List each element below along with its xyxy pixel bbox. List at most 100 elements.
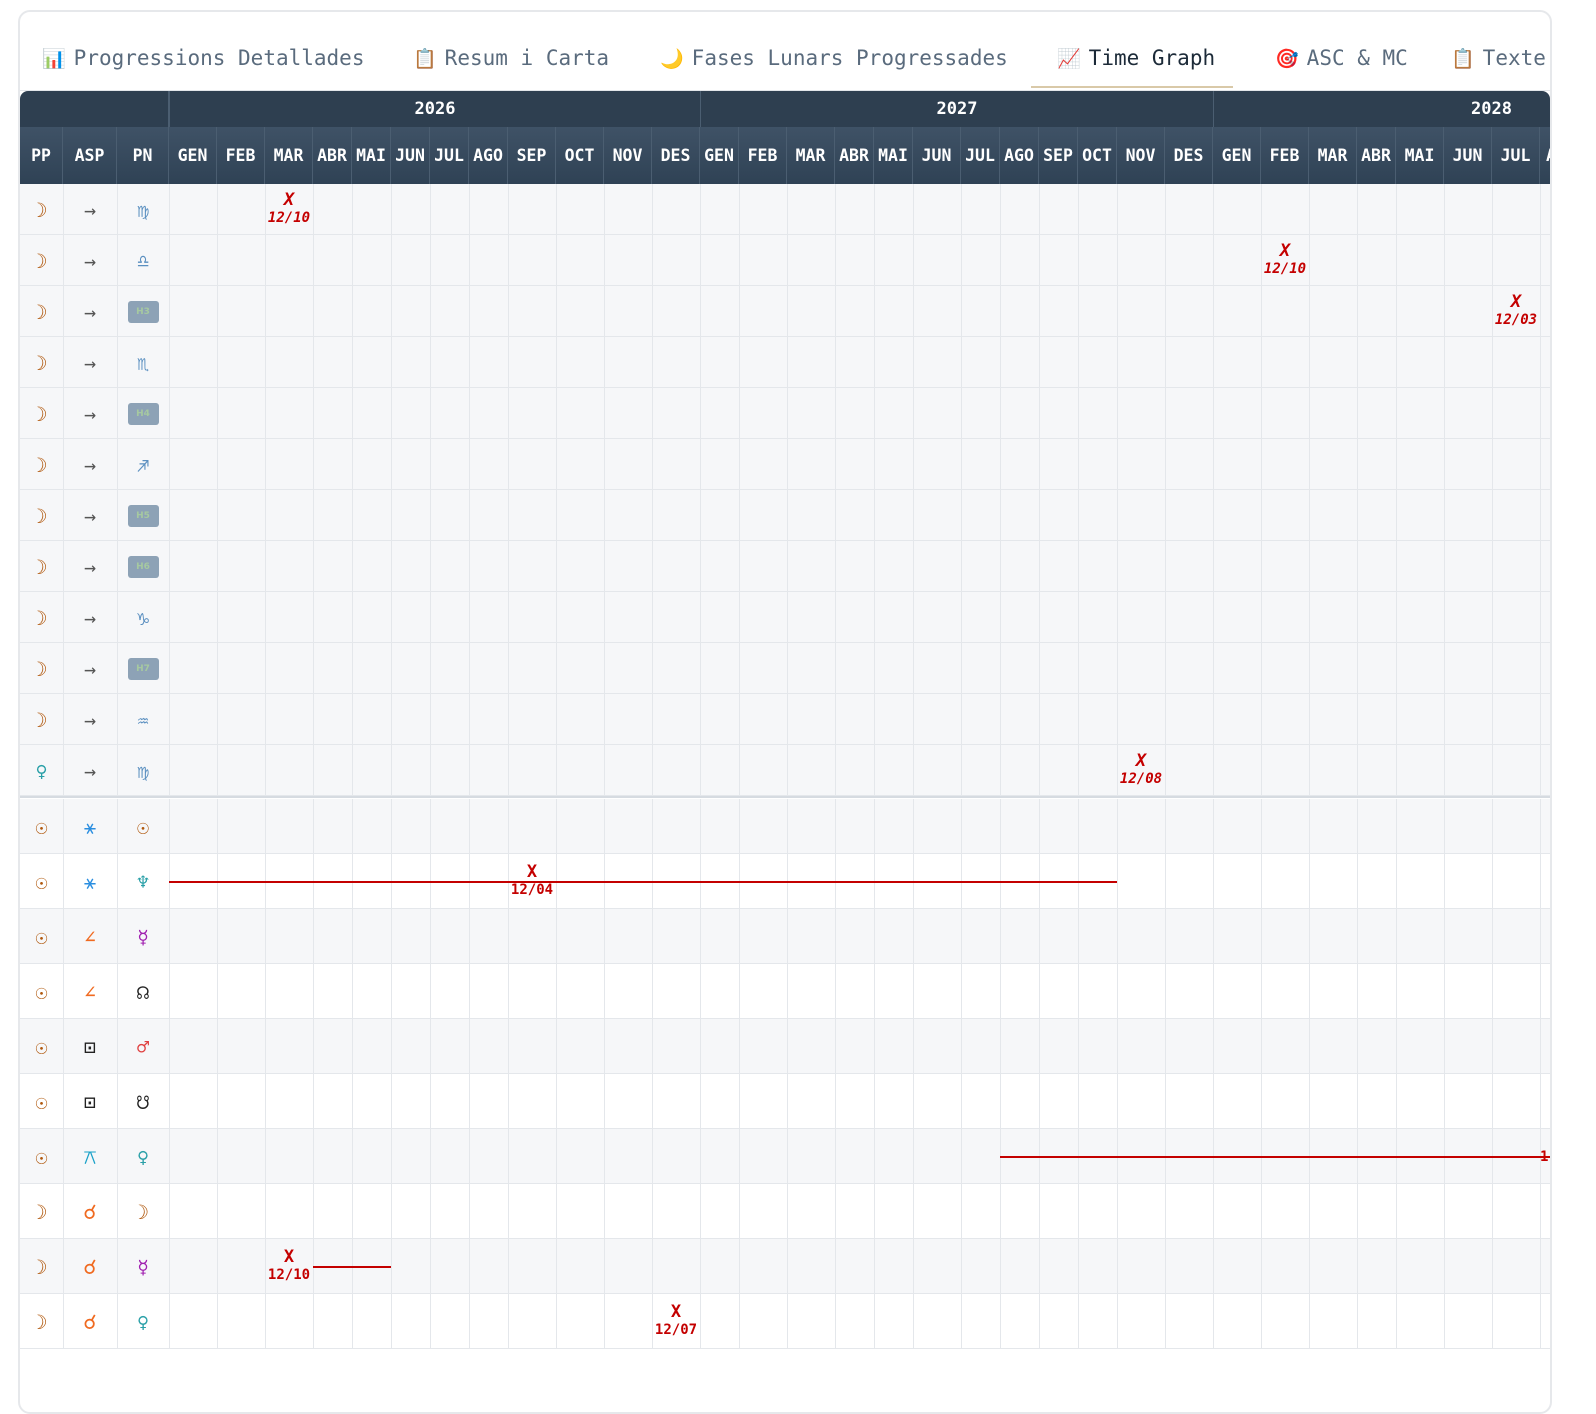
grid-line [217,490,218,541]
grid-line [961,388,962,439]
grid-line [700,388,701,439]
tab-label: Texte [1482,46,1546,70]
grid-line [430,1294,431,1349]
ingress-row: ☽ → ♎ X 12/10 [20,235,1550,286]
asp-cell-glyph: → [83,248,97,273]
grid-line [1357,439,1358,490]
grid-line [217,745,218,796]
grid-line [265,909,266,964]
tab-label: ASC & MC [1306,46,1408,70]
pn-cell: ♏ [117,337,169,388]
grid-line [787,909,788,964]
grid-line [700,337,701,388]
grid-line [1000,592,1001,643]
grid-line [1309,541,1310,592]
grid-line [1309,1019,1310,1074]
grid-line [835,490,836,541]
event-marker[interactable]: X 12/10 [254,190,324,227]
grid-line [1492,439,1493,490]
grid-line [556,337,557,388]
grid-line [739,235,740,286]
grid-line [217,235,218,286]
grid-line [556,1294,557,1349]
grid-line [1165,643,1166,694]
event-marker[interactable]: X 12/04 [497,862,567,899]
grid-line [391,643,392,694]
time-graph-table: 2026 2027 2028 PP ASP PN GEN FEB MAR ABR MAI JU… [20,91,1550,1411]
grid-line [265,388,266,439]
grid-line [1039,694,1040,745]
grid-line [961,541,962,592]
month-header: JUN [913,127,961,184]
grid-line [169,1074,170,1129]
grid-line [556,694,557,745]
tab-asc-mc[interactable]: 🎯 ASC & MC [1275,46,1408,70]
grid-line [604,799,605,854]
event-marker[interactable]: X 12/10 [254,1247,324,1284]
event-marker[interactable]: 1 [1540,1149,1550,1165]
grid-line [556,1239,557,1294]
grid-line [169,1239,170,1294]
pp-cell: ☽ [20,1184,63,1239]
grid-line [961,643,962,694]
grid-line [1492,184,1493,235]
pp-cell: ☽ [20,1294,63,1349]
grid-line [874,799,875,854]
grid-line [1165,854,1166,909]
pn-cell: ☽ [117,1184,169,1239]
event-marker[interactable]: X 12/08 [1106,751,1176,788]
col-header-asp[interactable]: ASP [63,127,117,184]
col-header-pp[interactable]: PP [20,127,63,184]
grid-line [265,541,266,592]
asp-cell-glyph: → [83,656,97,681]
grid-line [1213,799,1214,854]
grid-line [508,286,509,337]
tab-texte[interactable]: 📋 Texte [1451,46,1546,70]
month-header: A [1540,127,1550,184]
grid-line [265,1074,266,1129]
grid-line [169,490,170,541]
tab-fases-lunars-progressades[interactable]: 🌙 Fases Lunars Progressades [660,46,1008,70]
grid-line [469,490,470,541]
pn-cell: H4 [117,388,169,439]
grid-line [961,1129,962,1184]
grid-line [265,1129,266,1184]
pp-cell-glyph: ☽ [35,503,48,528]
event-marker[interactable]: X 12/10 [1250,241,1320,278]
grid-line [430,694,431,745]
grid-line [265,643,266,694]
grid-line [556,1184,557,1239]
tab-resum-i-carta[interactable]: 📋 Resum i Carta [413,46,609,70]
tab-progressions-detallades[interactable]: 📊 Progressions Detallades [42,46,364,70]
pp-cell-glyph: ☽ [35,350,48,375]
grid-line [1444,286,1445,337]
col-header-pn[interactable]: PN [117,127,169,184]
grid-line [1117,235,1118,286]
grid-line [1000,1184,1001,1239]
grid-line [469,1239,470,1294]
grid-line [1540,1184,1541,1239]
event-marker[interactable]: X 12/07 [641,1302,711,1339]
grid-line [652,694,653,745]
grid-line [1213,490,1214,541]
pp-cell: ☽ [20,286,63,337]
grid-line [787,643,788,694]
pn-cell-glyph: ♍ [136,758,150,783]
grid-line [961,1074,962,1129]
asp-cell-glyph: ∠ [83,979,97,1004]
grid-line [1540,1294,1541,1349]
grid-line [913,909,914,964]
grid-line [391,286,392,337]
grid-line [874,184,875,235]
grid-line [352,184,353,235]
grid-line [1078,286,1079,337]
event-marker[interactable]: X 12/03 [1481,292,1550,329]
grid-line [430,964,431,1019]
ingress-row: ☽ → H5 [20,490,1550,541]
grid-line [1540,909,1541,964]
grid-line [787,337,788,388]
grid-line [1078,592,1079,643]
grid-line [1357,694,1358,745]
asp-cell-glyph: ☌ [83,1254,97,1279]
tab-time-graph[interactable]: 📈 Time Graph [1057,46,1215,70]
